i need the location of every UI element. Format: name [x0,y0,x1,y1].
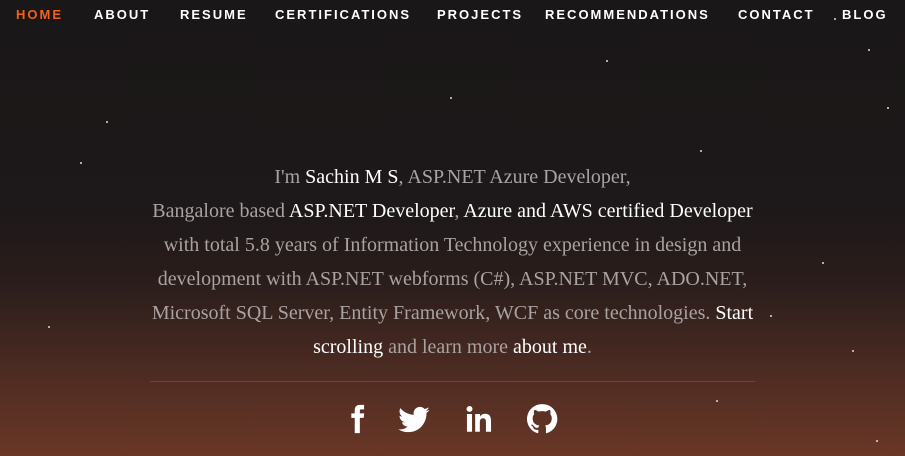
intro-line-2: Bangalore based ASP.NET Developer, Azure… [152,200,753,222]
owner-name: Sachin M S [305,166,399,188]
facebook-icon[interactable] [340,402,374,436]
social-links [0,402,905,438]
top-nav: HOME ABOUT RESUME CERTIFICATIONS PROJECT… [0,0,905,30]
nav-recommendations[interactable]: RECOMMENDATIONS [545,7,710,22]
start-scrolling-link[interactable]: Start [715,302,753,324]
linkedin-icon[interactable] [462,402,496,436]
intro-text: I'm Sachin M S, ASP.NET Azure Developer,… [0,160,905,364]
intro-line-4: development with ASP.NET webforms (C#), … [157,268,748,290]
intro-line-3: with total 5.8 years of Information Tech… [163,234,742,256]
nav-about[interactable]: ABOUT [94,7,150,22]
scrolling-link[interactable]: scrolling [313,336,383,358]
role-highlight: ASP.NET Developer [288,200,455,222]
intro-line-6: scrolling and learn more about me. [313,336,592,358]
nav-home[interactable]: HOME [16,7,63,22]
nav-contact[interactable]: CONTACT [738,7,815,22]
nav-resume[interactable]: RESUME [180,7,248,22]
intro-line-5: Microsoft SQL Server, Entity Framework, … [151,302,754,324]
nav-projects[interactable]: PROJECTS [437,7,523,22]
nav-certifications[interactable]: CERTIFICATIONS [275,7,411,22]
certification-highlight: Azure and AWS certified Developer [463,200,753,222]
about-me-link[interactable]: about me [513,336,587,358]
intro-line-1: I'm Sachin M S, ASP.NET Azure Developer, [274,166,631,188]
twitter-icon[interactable] [397,402,431,436]
nav-blog[interactable]: BLOG [842,7,888,22]
section-divider [150,381,755,382]
github-icon[interactable] [525,402,559,436]
